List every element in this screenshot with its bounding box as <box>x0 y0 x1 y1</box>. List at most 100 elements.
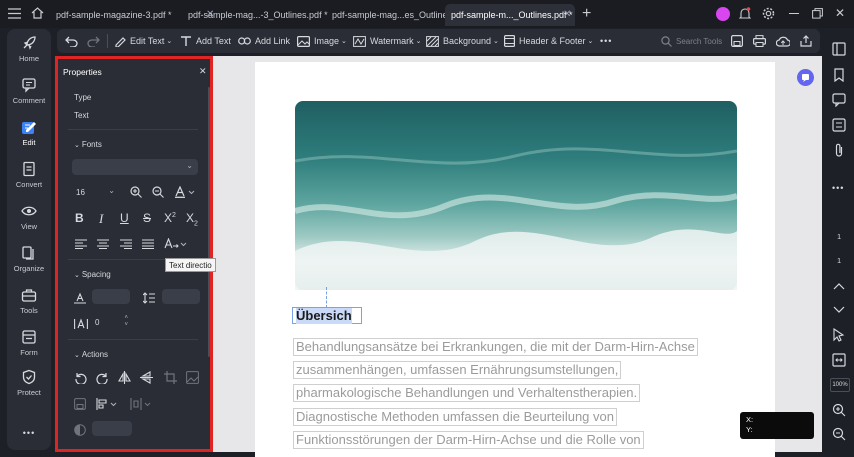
bold-icon[interactable]: B <box>75 211 84 225</box>
search-tools-input[interactable]: Search Tools <box>661 29 722 53</box>
crop-icon[interactable] <box>164 371 177 384</box>
attachment-icon[interactable] <box>832 143 846 157</box>
nav-convert[interactable]: Convert <box>7 161 51 189</box>
tab-close-icon[interactable]: ✕ <box>563 9 571 20</box>
stepper-icon[interactable]: ˄ ˅ <box>124 315 128 329</box>
add-link-button[interactable]: Add Link <box>238 29 290 53</box>
nav-organize[interactable]: Organize <box>7 245 51 273</box>
background-icon <box>426 35 439 47</box>
comment-icon <box>21 77 37 93</box>
distribute-icon[interactable] <box>130 398 154 410</box>
nav-comment[interactable]: Comment <box>7 77 51 105</box>
nav-more-icon[interactable]: ••• <box>7 428 51 438</box>
selected-text-box[interactable]: Übersich <box>292 307 362 324</box>
restore-icon[interactable] <box>812 8 823 19</box>
paragraph-line[interactable]: pharmakologische Behandlungen und Verhal… <box>293 384 641 402</box>
extract-icon[interactable] <box>74 398 86 410</box>
new-tab-icon[interactable]: + <box>582 5 591 23</box>
font-size-value: 16 <box>76 188 85 197</box>
nav-edit[interactable]: Edit <box>7 119 51 147</box>
spacing-section-header[interactable]: ⌄ Spacing <box>74 270 111 279</box>
avatar[interactable] <box>716 7 730 21</box>
hamburger-menu-icon[interactable] <box>8 8 21 19</box>
current-page-number[interactable]: 1 <box>837 232 841 241</box>
actions-section-header[interactable]: ⌄ Actions <box>74 350 108 359</box>
align-objects-icon[interactable] <box>96 398 120 410</box>
thumbnails-icon[interactable] <box>832 42 846 56</box>
select-cursor-icon[interactable] <box>832 328 846 342</box>
gear-icon[interactable] <box>762 7 775 20</box>
zoom-level[interactable]: 100% <box>830 378 850 392</box>
fit-page-icon[interactable] <box>832 353 846 367</box>
zoom-in-icon[interactable] <box>832 403 846 417</box>
page-up-icon[interactable] <box>832 281 846 291</box>
heading-text[interactable]: Übersich <box>296 308 352 324</box>
tab-2[interactable]: pdf-sample-mag...-3_Outlines.pdf * <box>182 4 334 26</box>
italic-icon[interactable]: I <box>99 211 103 227</box>
nav-protect[interactable]: Protect <box>7 369 51 397</box>
line-spacing-input[interactable] <box>162 289 200 304</box>
panel-close-icon[interactable]: ✕ <box>199 66 207 77</box>
minimize-icon[interactable] <box>789 13 799 15</box>
rotate-left-icon[interactable] <box>74 371 87 384</box>
add-text-button[interactable]: Add Text <box>180 29 231 53</box>
align-justify-icon[interactable] <box>142 239 154 249</box>
nav-form[interactable]: Form <box>7 329 51 357</box>
opacity-icon[interactable] <box>74 424 86 436</box>
superscript-icon[interactable]: X2 <box>164 211 176 225</box>
background-button[interactable]: Background ⌄ <box>426 29 499 53</box>
nav-view[interactable]: View <box>7 203 51 231</box>
comments-panel-icon[interactable] <box>832 93 846 107</box>
fonts-section-header[interactable]: ⌄ Fonts <box>74 140 102 149</box>
subscript-icon[interactable]: X2 <box>186 211 198 227</box>
font-color-icon[interactable] <box>175 186 197 198</box>
ai-assistant-icon[interactable] <box>797 69 814 86</box>
redo-icon[interactable] <box>87 29 104 53</box>
align-left-icon[interactable] <box>75 239 87 249</box>
nav-home[interactable]: Home <box>7 35 51 63</box>
paragraph-spacing-input[interactable] <box>92 289 130 304</box>
flip-horizontal-icon[interactable] <box>118 371 131 384</box>
strikethrough-icon[interactable]: S <box>143 211 151 225</box>
bookmark-icon[interactable] <box>832 68 846 82</box>
align-right-icon[interactable] <box>120 239 132 249</box>
fields-panel-icon[interactable] <box>832 118 846 132</box>
opacity-input[interactable] <box>92 421 132 436</box>
window-close-icon[interactable]: ✕ <box>835 6 845 20</box>
nav-tools[interactable]: Tools <box>7 287 51 315</box>
cloud-upload-icon[interactable] <box>776 29 794 53</box>
align-center-icon[interactable] <box>97 239 109 249</box>
bell-icon[interactable] <box>739 7 751 20</box>
underline-icon[interactable]: U <box>120 211 129 225</box>
edit-text-button[interactable]: Edit Text ⌄ <box>114 29 172 53</box>
paragraph-line[interactable]: Behandlungsansätze bei Erkrankungen, die… <box>293 338 698 356</box>
tab-4-active[interactable]: pdf-sample-m..._Outlines.pdf * ✕ <box>445 4 575 26</box>
tab-1[interactable]: pdf-sample-magazine-3.pdf * ✕ <box>50 4 214 26</box>
font-size-select[interactable]: 16 ⌄ <box>72 185 118 200</box>
undo-icon[interactable] <box>65 29 82 53</box>
ocean-wave-image[interactable] <box>295 101 737 290</box>
font-family-select[interactable]: ⌄ <box>72 159 198 175</box>
paragraph-line[interactable]: Diagnostische Methoden umfassen die Beur… <box>293 408 617 426</box>
page-down-icon[interactable] <box>832 305 846 315</box>
paragraph-line[interactable]: Funktionsstörungen der Darm-Hirn-Achse u… <box>293 431 644 449</box>
toolbar-more-icon[interactable]: ••• <box>600 29 612 53</box>
watermark-button[interactable]: Watermark ⌄ <box>353 29 422 53</box>
zoom-out-icon[interactable] <box>832 427 846 441</box>
header-footer-button[interactable]: Header & Footer ⌄ <box>504 29 593 53</box>
character-spacing-input[interactable]: 0 ˄ ˅ <box>92 315 130 330</box>
flip-vertical-icon[interactable] <box>140 371 153 384</box>
replace-image-icon[interactable] <box>186 371 199 384</box>
save-icon[interactable] <box>731 29 747 53</box>
print-icon[interactable] <box>753 29 770 53</box>
zoom-in-text-icon[interactable] <box>130 186 142 198</box>
text-direction-icon[interactable] <box>164 238 188 250</box>
home-icon[interactable] <box>31 7 44 19</box>
rotate-right-icon[interactable] <box>96 371 109 384</box>
share-icon[interactable] <box>800 29 816 53</box>
image-button[interactable]: Image ⌄ <box>297 29 347 53</box>
paragraph-line[interactable]: zusammenhängen, umfassen Ernährungsumste… <box>293 361 622 379</box>
panel-scrollbar[interactable] <box>208 87 210 357</box>
rail-more-icon[interactable]: ••• <box>832 183 844 193</box>
zoom-out-text-icon[interactable] <box>152 186 164 198</box>
